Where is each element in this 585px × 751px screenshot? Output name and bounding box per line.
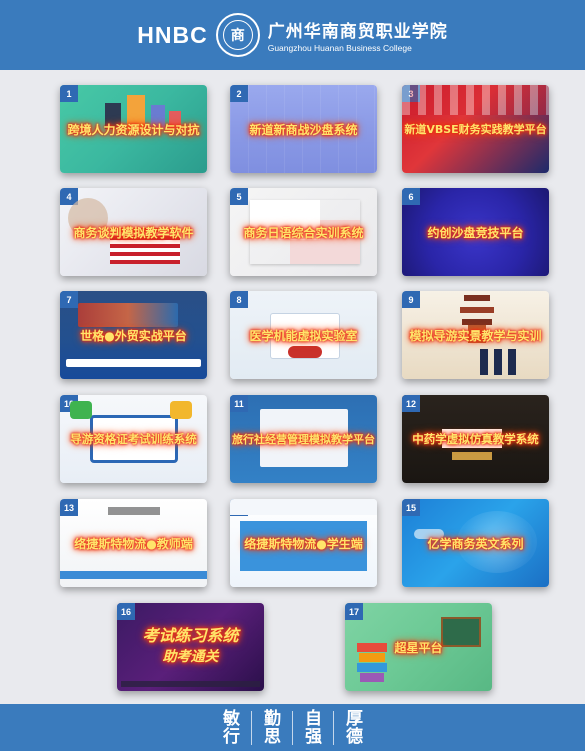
- card-number-badge: 17: [345, 603, 363, 620]
- platform-card-12[interactable]: 12 中药学虚拟仿真教学系统: [402, 395, 549, 483]
- flag-stripes-decoration: [402, 85, 549, 115]
- platform-card-5[interactable]: 5 商务日语综合实训系统: [230, 188, 377, 276]
- college-seal-icon: 商: [215, 13, 260, 57]
- platform-card-4[interactable]: 4 商务谈判模拟教学软件: [60, 188, 207, 276]
- card-title: 络捷斯特物流●学生端: [244, 536, 363, 551]
- motto-divider: [292, 710, 293, 745]
- logo-decoration: [108, 507, 160, 515]
- card-number-badge: 5: [230, 188, 248, 205]
- card-title: 导游资格证考试训练系统: [70, 432, 197, 446]
- guides-decoration: [480, 349, 520, 375]
- site-footer: 敏行 勤思 自强 厚德: [0, 704, 585, 751]
- card-title: 约创沙盘竞技平台: [427, 225, 524, 240]
- platform-card-9[interactable]: 9 模拟导游实景教学与实训: [402, 291, 549, 379]
- search-bar-decoration: [66, 359, 201, 367]
- card-title: 超星平台: [394, 640, 443, 655]
- stripe-decoration: [60, 571, 207, 579]
- card-title: 亿学商务英文系列: [427, 536, 524, 551]
- bottom-bar-decoration: [121, 681, 260, 687]
- card-title: 中药学虚拟仿真教学系统: [412, 432, 539, 446]
- platform-card-15[interactable]: 15 亿学商务英文系列: [402, 499, 549, 587]
- platform-card-3[interactable]: 3 新道VBSE财务实践教学平台: [402, 85, 549, 173]
- card-number-badge: 9: [402, 291, 420, 308]
- platform-card-14[interactable]: 14 络捷斯特物流●学生端: [230, 499, 377, 587]
- seal-glyph: 商: [230, 28, 245, 44]
- brand-logo-text: HNBC: [137, 21, 208, 48]
- card-number-badge: 1: [60, 85, 78, 102]
- motto-item: 厚德: [346, 708, 363, 747]
- platform-card-13[interactable]: 13 络捷斯特物流●教师端: [60, 499, 207, 587]
- platform-card-7[interactable]: 7 世格●外贸实战平台: [60, 291, 207, 379]
- site-header: HNBC 商 广州华南商贸职业学院 Guangzhou Huanan Busin…: [0, 0, 585, 70]
- card-number-badge: 11: [230, 395, 248, 412]
- platform-card-1[interactable]: 1 跨境人力资源设计与对抗: [60, 85, 207, 173]
- college-name-cn: 广州华南商贸职业学院: [267, 22, 448, 42]
- card-number-badge: 8: [230, 291, 248, 308]
- card-number-badge: 13: [60, 499, 78, 516]
- ship-decoration: [78, 303, 178, 327]
- green-icon-decoration: [70, 401, 92, 419]
- college-motto: 敏行 勤思 自强 厚德: [211, 710, 374, 746]
- card-number-badge: 16: [117, 603, 135, 620]
- card-title: 络捷斯特物流●教师端: [74, 536, 193, 551]
- card-title: 考试练习系统: [142, 626, 239, 645]
- card-title: 新道新商战沙盘系统: [249, 122, 358, 137]
- card-number-badge: 7: [60, 291, 78, 308]
- motto-item: 敏行: [223, 708, 240, 747]
- card-title: 世格●外贸实战平台: [80, 328, 187, 343]
- card-number-badge: 12: [402, 395, 420, 412]
- header-strip-decoration: [230, 499, 377, 515]
- college-name-en: Guangzhou Huanan Business College: [267, 43, 412, 53]
- card-title: 商务日语综合实训系统: [243, 225, 364, 240]
- card-number-badge: 6: [402, 188, 420, 205]
- books-decoration: [357, 643, 387, 683]
- card-title: 跨境人力资源设计与对抗: [67, 122, 200, 137]
- motto-divider: [251, 710, 252, 745]
- platform-card-10[interactable]: 10 导游资格证考试训练系统: [60, 395, 207, 483]
- board-decoration: [441, 617, 481, 647]
- platform-card-8[interactable]: 8 医学机能虚拟实验室: [230, 291, 377, 379]
- card-title: 模拟导游实景教学与实训: [409, 328, 542, 343]
- card-title: 旅行社经营管理模拟教学平台: [232, 433, 375, 446]
- yellow-icon-decoration: [170, 401, 192, 419]
- platform-card-6[interactable]: 6 约创沙盘竞技平台: [402, 188, 549, 276]
- card-title: 商务谈判模拟教学软件: [73, 225, 194, 240]
- platform-card-11[interactable]: 11 旅行社经营管理模拟教学平台: [230, 395, 377, 483]
- card-subtitle: 助考通关: [162, 649, 219, 665]
- card-number-badge: 15: [402, 499, 420, 516]
- motto-divider: [333, 710, 334, 745]
- platform-card-16[interactable]: 16 考试练习系统 助考通关: [117, 603, 264, 691]
- platform-card-2[interactable]: 2 新道新商战沙盘系统: [230, 85, 377, 173]
- platform-card-17[interactable]: 17 超星平台: [345, 603, 492, 691]
- card-title: 新道VBSE财务实践教学平台: [404, 123, 547, 136]
- motto-item: 勤思: [264, 708, 281, 747]
- college-name: 广州华南商贸职业学院 Guangzhou Huanan Business Col…: [268, 17, 448, 53]
- motto-item: 自强: [305, 708, 322, 747]
- card-title: 医学机能虚拟实验室: [249, 328, 358, 343]
- login-button-decoration: [288, 346, 322, 358]
